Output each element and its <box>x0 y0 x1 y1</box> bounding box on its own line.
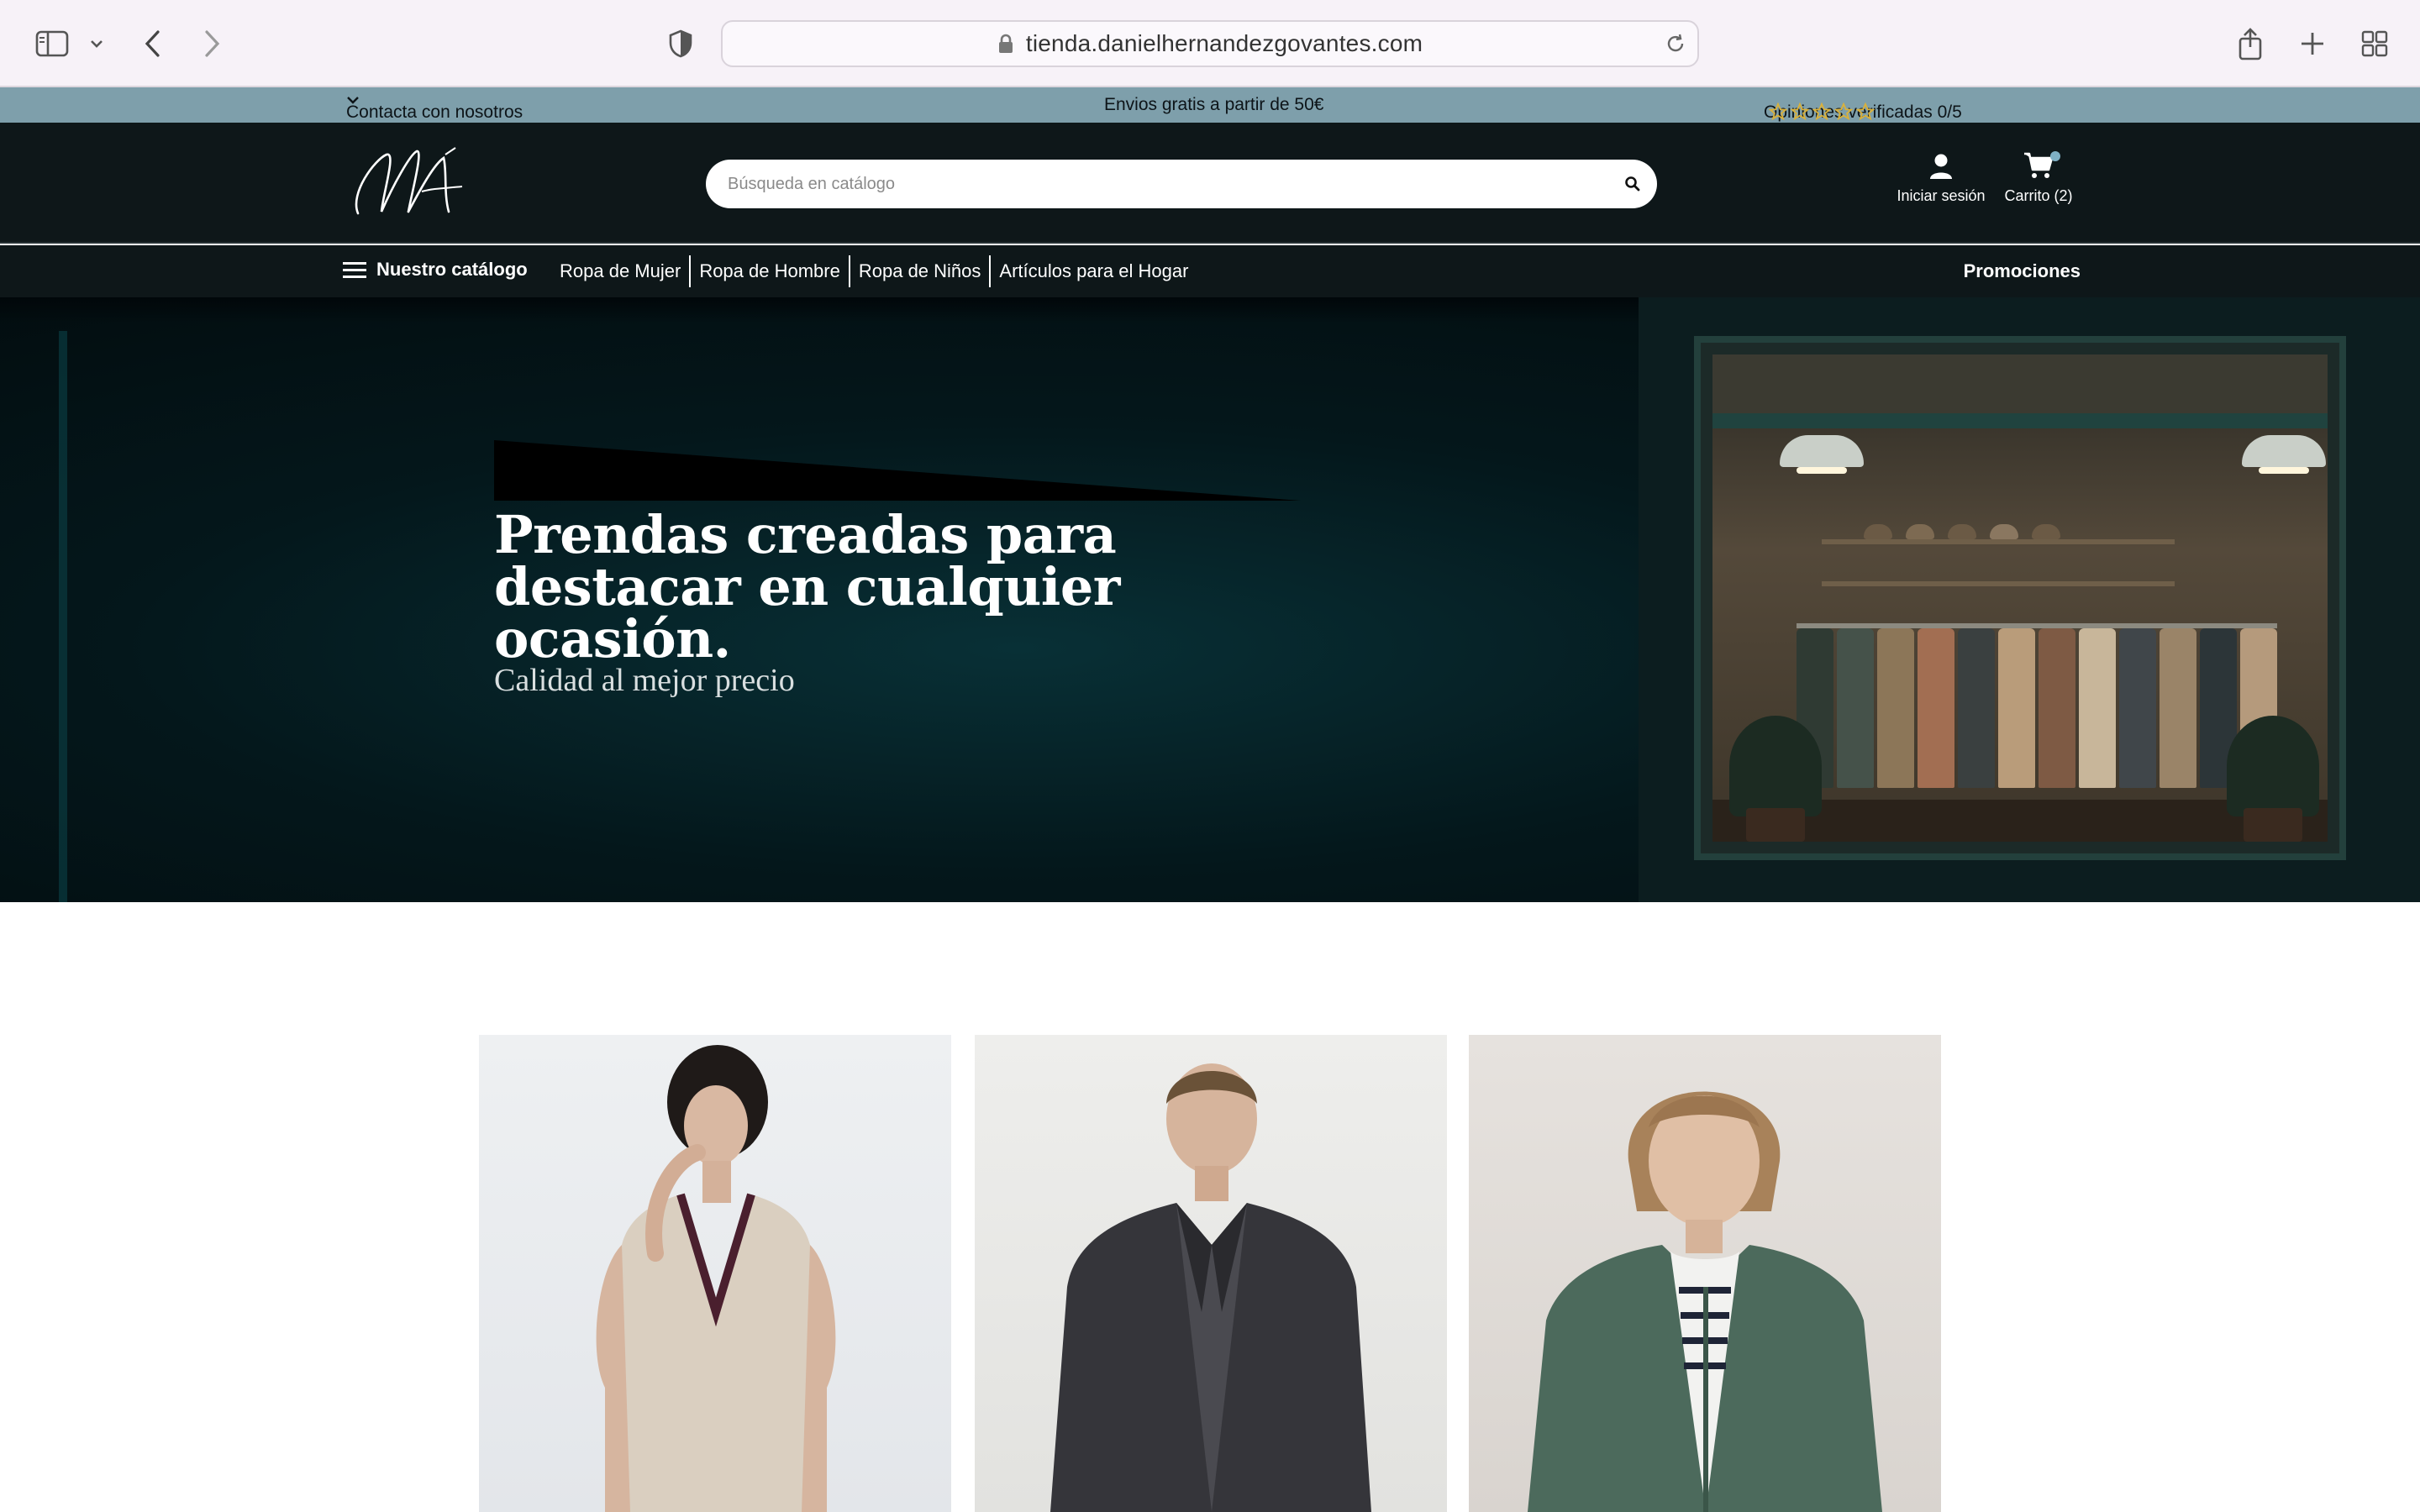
lock-icon <box>997 34 1014 54</box>
free-shipping-notice: Envios gratis a partir de 50€ <box>1104 95 1324 114</box>
user-icon <box>1930 154 1952 179</box>
hero-pillar <box>59 331 67 902</box>
coat <box>2119 628 2156 788</box>
nav-link-kids[interactable]: Ropa de Niños <box>850 255 990 287</box>
main-nav: Nuestro catálogo Ropa de Mujer Ropa de H… <box>0 245 2420 297</box>
decorative-wedge <box>494 440 1301 501</box>
reload-icon[interactable] <box>1664 32 1687 60</box>
plant-right <box>2227 716 2319 816</box>
hero-title: Prendas creadas para destacar en cualqui… <box>494 504 1120 669</box>
nav-link-men[interactable]: Ropa de Hombre <box>691 255 849 287</box>
coat <box>1918 628 1954 788</box>
tab-overview-icon[interactable] <box>2360 22 2390 66</box>
coat <box>1958 628 1995 788</box>
rating-stars <box>1769 102 1875 121</box>
new-tab-icon[interactable] <box>2297 22 2328 66</box>
star-icon <box>1769 102 1787 121</box>
store-sign <box>1712 413 2328 428</box>
hero-subtitle: Calidad al mejor precio <box>494 663 795 698</box>
woman-model-photo <box>596 1045 836 1512</box>
chevron-down-icon[interactable] <box>84 22 109 66</box>
pot-right <box>2244 808 2302 842</box>
contact-label: Contacta con nosotros <box>346 102 523 122</box>
url-text: tienda.danielhernandezgovantes.com <box>1025 30 1423 56</box>
nav-link-promotions[interactable]: Promociones <box>1964 260 2081 282</box>
plant-left <box>1729 716 1822 816</box>
hat <box>1948 524 1976 539</box>
catalog-menu-button[interactable]: Nuestro catálogo <box>343 259 528 281</box>
back-icon[interactable] <box>139 22 165 66</box>
cart-badge <box>2050 151 2060 161</box>
category-links: Ropa de Mujer Ropa de Hombre Ropa de Niñ… <box>551 255 1197 287</box>
pot-left <box>1746 808 1805 842</box>
hat <box>2032 524 2060 539</box>
hat <box>1990 524 2018 539</box>
search-button[interactable] <box>1608 160 1657 208</box>
coat <box>2160 628 2196 788</box>
cart-label: Carrito (2) <box>2004 187 2073 204</box>
coat <box>2079 628 2116 788</box>
coat <box>2039 628 2075 788</box>
hat <box>1864 524 1892 539</box>
catalog-label: Nuestro catálogo <box>376 259 528 280</box>
hamburger-icon <box>343 262 366 278</box>
category-card-women[interactable] <box>479 1035 951 1512</box>
cart-button[interactable]: Carrito (2) <box>2000 151 2077 205</box>
store-frame <box>1694 336 2346 860</box>
site-header: Iniciar sesión Carrito (2) <box>0 123 2420 244</box>
star-icon <box>1834 102 1853 121</box>
coat <box>1998 628 2035 788</box>
logo[interactable] <box>350 143 476 228</box>
login-label: Iniciar sesión <box>1897 187 1986 204</box>
store-ceiling <box>1712 354 2328 413</box>
shelf-bottom <box>1822 581 2175 586</box>
shelf-top <box>1822 539 2175 544</box>
search-icon <box>1625 176 1640 192</box>
info-strip: Contacta con nosotros Envios gratis a pa… <box>0 87 2420 123</box>
lamp-left <box>1780 435 1864 474</box>
login-button[interactable]: Iniciar sesión <box>1889 153 1993 205</box>
hero-banner: Prendas creadas para destacar en cualqui… <box>0 297 2420 902</box>
sidebar-icon[interactable] <box>34 22 71 66</box>
forward-icon[interactable] <box>200 22 225 66</box>
store-interior <box>1712 354 2328 842</box>
star-icon <box>1791 102 1809 121</box>
share-icon[interactable] <box>2235 22 2265 66</box>
browser-toolbar: tienda.danielhernandezgovantes.com <box>0 0 2420 87</box>
search-bar <box>706 160 1657 208</box>
hero-shade <box>0 297 1639 323</box>
star-icon <box>1856 102 1875 121</box>
category-cards <box>479 1035 1943 1512</box>
coat <box>1837 628 1874 788</box>
store-window-image <box>1639 297 2420 902</box>
coat <box>1877 628 1914 788</box>
contact-dropdown[interactable]: Contacta con nosotros <box>346 95 523 122</box>
child-model-photo <box>1528 1091 1882 1512</box>
category-card-men[interactable] <box>975 1035 1447 1512</box>
nav-link-women[interactable]: Ropa de Mujer <box>551 255 689 287</box>
lamp-right <box>2242 435 2326 474</box>
search-input[interactable] <box>706 160 1608 208</box>
category-card-kids[interactable] <box>1469 1035 1941 1512</box>
star-icon <box>1812 102 1831 121</box>
address-bar[interactable]: tienda.danielhernandezgovantes.com <box>721 20 1699 67</box>
hat <box>1906 524 1934 539</box>
nav-link-home[interactable]: Artículos para el Hogar <box>991 255 1197 287</box>
man-model-photo <box>1050 1063 1371 1512</box>
coats <box>1797 628 2277 788</box>
shield-icon[interactable] <box>666 22 696 66</box>
